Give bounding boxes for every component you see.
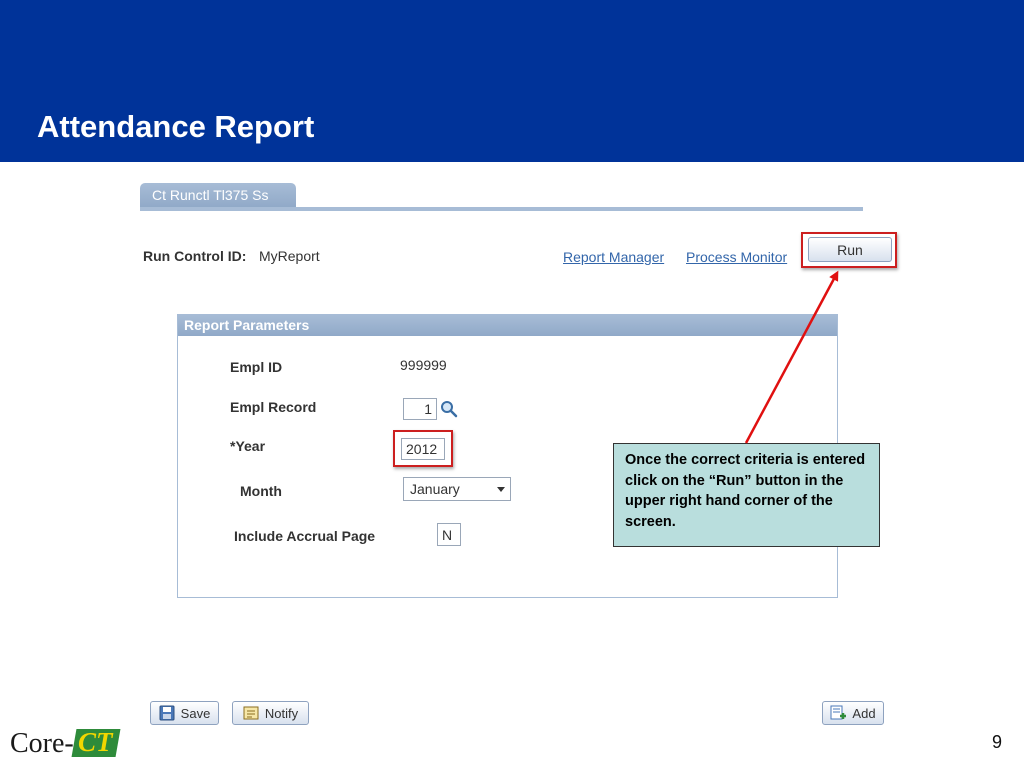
run-control-label: Run Control ID:	[143, 248, 247, 264]
notify-button-label: Notify	[264, 705, 299, 721]
empl-id-label: Empl ID	[230, 359, 283, 375]
notify-button[interactable]: Notify	[232, 701, 309, 725]
save-button-label: Save	[180, 705, 211, 721]
month-label: Month	[240, 483, 282, 499]
run-button[interactable]: Run	[808, 237, 892, 262]
month-select[interactable]: January	[403, 477, 511, 501]
save-icon	[159, 705, 175, 721]
logo-ct-text: CT	[78, 727, 113, 757]
month-select-value: January	[410, 481, 460, 497]
tab-ct-runctl[interactable]: Ct Runctl Tl375 Ss	[140, 183, 296, 209]
year-label: *Year	[230, 438, 266, 454]
save-button[interactable]: Save	[150, 701, 219, 725]
tab-divider	[140, 207, 863, 211]
process-monitor-link[interactable]: Process Monitor	[686, 249, 787, 265]
report-parameters-header: Report Parameters	[178, 315, 837, 336]
add-button[interactable]: Add	[822, 701, 884, 725]
empl-record-input[interactable]	[403, 398, 437, 420]
run-control-value: MyReport	[259, 248, 320, 264]
core-ct-logo: Core- CT	[10, 724, 121, 764]
logo-core-text: Core-	[10, 728, 74, 759]
include-accrual-input[interactable]	[437, 523, 461, 546]
notify-icon	[243, 706, 259, 720]
page-number: 9	[992, 732, 1003, 752]
instruction-callout: Once the correct criteria is entered cli…	[613, 443, 880, 547]
chevron-down-icon	[497, 487, 505, 492]
empl-id-value: 999999	[400, 357, 447, 373]
add-button-label: Add	[852, 705, 876, 721]
include-accrual-label: Include Accrual Page	[234, 528, 376, 544]
magnifier-icon[interactable]	[440, 400, 458, 418]
empl-record-label: Empl Record	[230, 399, 317, 415]
add-icon	[830, 705, 847, 720]
slide-title: Attendance Report	[37, 109, 315, 144]
report-manager-link[interactable]: Report Manager	[563, 249, 664, 265]
year-input[interactable]	[401, 438, 445, 460]
